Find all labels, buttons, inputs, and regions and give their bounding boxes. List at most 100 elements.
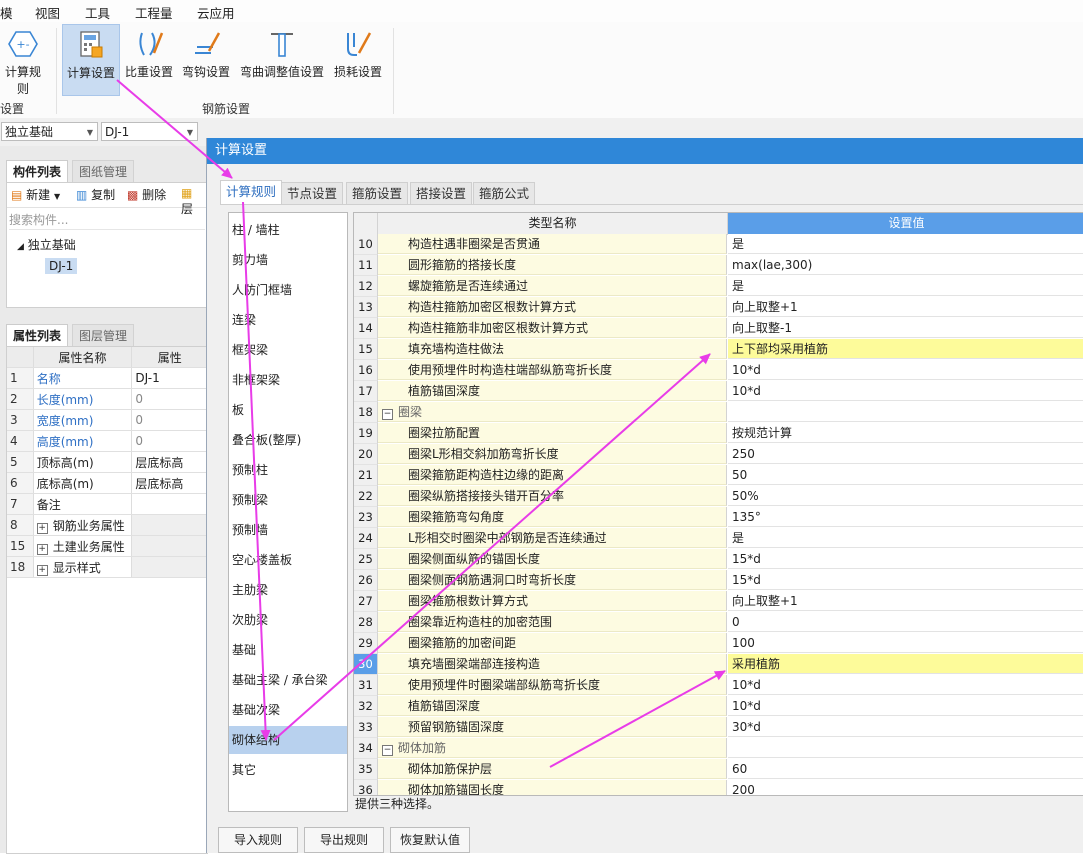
calc-rule-button[interactable]: +- 计算规则 xyxy=(0,24,46,96)
category-item[interactable]: 板 xyxy=(229,396,347,424)
setting-value[interactable]: 10*d xyxy=(728,360,1083,380)
setting-value[interactable]: 30*d xyxy=(728,717,1083,737)
category-item[interactable]: 预制柱 xyxy=(229,456,347,484)
property-row[interactable]: 7 备注 xyxy=(7,493,207,515)
tab-property-list[interactable]: 属性列表 xyxy=(6,324,69,347)
category-item[interactable]: 预制梁 xyxy=(229,486,347,514)
grid-category-row[interactable]: 34− 砌体加筋 xyxy=(354,738,1083,759)
setting-value[interactable]: 0 xyxy=(728,612,1083,632)
category-item[interactable]: 基础次梁 xyxy=(229,696,347,724)
weight-ratio-button[interactable]: 比重设置 xyxy=(123,24,175,94)
calc-settings-button[interactable]: 计算设置 xyxy=(62,24,120,96)
setting-value[interactable]: 上下部均采用植筋 xyxy=(728,339,1083,359)
category-item[interactable]: 非框架梁 xyxy=(229,366,347,394)
menu-item-tools[interactable]: 工具 xyxy=(85,3,110,22)
setting-value[interactable]: 向上取整-1 xyxy=(728,318,1083,338)
grid-row[interactable]: 33 预留钢筋锚固深度 30*d xyxy=(354,717,1083,738)
category-item[interactable]: 人防门框墙 xyxy=(229,276,347,304)
property-value[interactable] xyxy=(131,493,207,515)
search-input[interactable]: 搜索构件... xyxy=(9,211,205,230)
setting-value[interactable]: 向上取整+1 xyxy=(728,591,1083,611)
expand-plus-icon[interactable]: + xyxy=(36,543,48,555)
grid-row[interactable]: 21 圈梁箍筋距构造柱边缘的距离 50 xyxy=(354,465,1083,486)
property-row[interactable]: 6 底标高(m) 层底标高 xyxy=(7,472,207,494)
export-rules-button[interactable]: 导出规则 xyxy=(304,827,384,853)
setting-value[interactable]: 10*d xyxy=(728,675,1083,695)
setting-value[interactable]: 100 xyxy=(728,633,1083,653)
new-button[interactable]: ▤ 新建 ▼ xyxy=(11,186,60,203)
grid-row[interactable]: 23 圈梁箍筋弯勾角度 135° xyxy=(354,507,1083,528)
category-item[interactable]: 柱 / 墙柱 xyxy=(229,216,347,244)
grid-row[interactable]: 30 填充墙圈梁端部连接构造 采用植筋 xyxy=(354,654,1083,675)
property-group-row[interactable]: 18 + 显示样式 xyxy=(7,556,207,578)
tab-drawing-management[interactable]: 图纸管理 xyxy=(72,160,135,183)
setting-value[interactable]: 50% xyxy=(728,486,1083,506)
property-value[interactable]: 层底标高 xyxy=(131,451,207,473)
grid-row[interactable]: 12 螺旋箍筋是否连续通过是 xyxy=(354,276,1083,297)
setting-value[interactable]: 是 xyxy=(728,528,1083,548)
setting-value[interactable]: 向上取整+1 xyxy=(728,297,1083,317)
grid-row[interactable]: 13 构造柱箍筋加密区根数计算方式 向上取整+1 xyxy=(354,297,1083,318)
copy-button[interactable]: ▥ 复制 xyxy=(76,186,115,203)
setting-value[interactable] xyxy=(728,402,1083,422)
category-item[interactable]: 基础主梁 / 承台梁 xyxy=(229,666,347,694)
setting-value[interactable] xyxy=(728,738,1083,758)
tab-lap-settings[interactable]: 搭接设置 xyxy=(410,182,473,205)
grid-row[interactable]: 11 圆形箍筋的搭接长度 max(lae,300) xyxy=(354,255,1083,276)
property-row[interactable]: 2 长度(mm) 0 xyxy=(7,388,207,410)
category-item[interactable]: 叠合板(整厚) xyxy=(229,426,347,454)
setting-value[interactable]: 200 xyxy=(728,780,1083,795)
collapse-minus-icon[interactable]: − xyxy=(382,409,393,420)
category-item[interactable]: 基础 xyxy=(229,636,347,664)
tab-stirrup-formula[interactable]: 箍筋公式 xyxy=(473,182,536,205)
menu-item-cloud[interactable]: 云应用 xyxy=(197,3,235,22)
setting-value[interactable]: 采用植筋 xyxy=(728,654,1083,674)
tree-node-dj1[interactable]: DJ-1 xyxy=(45,258,78,274)
property-row[interactable]: 3 宽度(mm) 0 xyxy=(7,409,207,431)
menu-item-view[interactable]: 视图 xyxy=(35,3,60,22)
setting-value[interactable]: 15*d xyxy=(728,549,1083,569)
grid-row[interactable]: 28 圈梁靠近构造柱的加密范围 0 xyxy=(354,612,1083,633)
setting-value[interactable]: max(lae,300) xyxy=(728,255,1083,275)
menu-item-quantity[interactable]: 工程量 xyxy=(135,3,173,22)
setting-value[interactable]: 250 xyxy=(728,444,1083,464)
grid-row[interactable]: 14 构造柱箍筋非加密区根数计算方式 向上取整-1 xyxy=(354,318,1083,339)
grid-row[interactable]: 24 L形相交时圈梁中部钢筋是否连续通过是 xyxy=(354,528,1083,549)
setting-value[interactable]: 是 xyxy=(728,234,1083,254)
grid-row[interactable]: 32 植筋锚固深度 10*d xyxy=(354,696,1083,717)
collapse-minus-icon[interactable]: − xyxy=(382,745,393,756)
grid-row[interactable]: 25 圈梁侧面纵筋的锚固长度 15*d xyxy=(354,549,1083,570)
category-item[interactable]: 连梁 xyxy=(229,306,347,334)
category-item[interactable]: 预制墙 xyxy=(229,516,347,544)
property-group-row[interactable]: 8 + 钢筋业务属性 xyxy=(7,514,207,536)
property-row[interactable]: 1 名称 DJ-1 xyxy=(7,367,207,389)
property-value[interactable]: 0 xyxy=(131,409,207,431)
tab-stirrup-settings[interactable]: 箍筋设置 xyxy=(346,182,409,205)
grid-row[interactable]: 19 圈梁拉筋配置 按规范计算 xyxy=(354,423,1083,444)
menu-item-modeling[interactable]: 模 xyxy=(0,3,13,22)
category-item[interactable]: 空心楼盖板 xyxy=(229,546,347,574)
setting-value[interactable]: 60 xyxy=(728,759,1083,779)
setting-value[interactable]: 15*d xyxy=(728,570,1083,590)
bend-adjust-button[interactable]: 弯曲调整值设置 xyxy=(236,24,328,94)
setting-value[interactable]: 是 xyxy=(728,276,1083,296)
grid-row[interactable]: 29 圈梁箍筋的加密间距 100 xyxy=(354,633,1083,654)
grid-row[interactable]: 10 构造柱遇非圈梁是否贯通是 xyxy=(354,234,1083,255)
setting-value[interactable]: 135° xyxy=(728,507,1083,527)
property-value[interactable]: 0 xyxy=(131,388,207,410)
property-value[interactable]: 层底标高 xyxy=(131,472,207,494)
tab-component-list[interactable]: 构件列表 xyxy=(6,160,69,183)
import-rules-button[interactable]: 导入规则 xyxy=(218,827,298,853)
property-row[interactable]: 5 顶标高(m) 层底标高 xyxy=(7,451,207,473)
property-value[interactable]: DJ-1 xyxy=(131,367,207,389)
setting-value[interactable]: 10*d xyxy=(728,696,1083,716)
component-item-select[interactable]: DJ-1 ▼ xyxy=(101,122,198,141)
grid-category-row[interactable]: 18− 圈梁 xyxy=(354,402,1083,423)
category-item[interactable]: 框架梁 xyxy=(229,336,347,364)
tab-node-settings[interactable]: 节点设置 xyxy=(281,182,344,205)
grid-row[interactable]: 26 圈梁侧面钢筋遇洞口时弯折长度 15*d xyxy=(354,570,1083,591)
grid-row[interactable]: 22 圈梁纵筋搭接接头错开百分率 50% xyxy=(354,486,1083,507)
property-value[interactable]: 0 xyxy=(131,430,207,452)
hook-button[interactable]: 弯钩设置 xyxy=(180,24,232,94)
expand-plus-icon[interactable]: + xyxy=(36,564,48,576)
